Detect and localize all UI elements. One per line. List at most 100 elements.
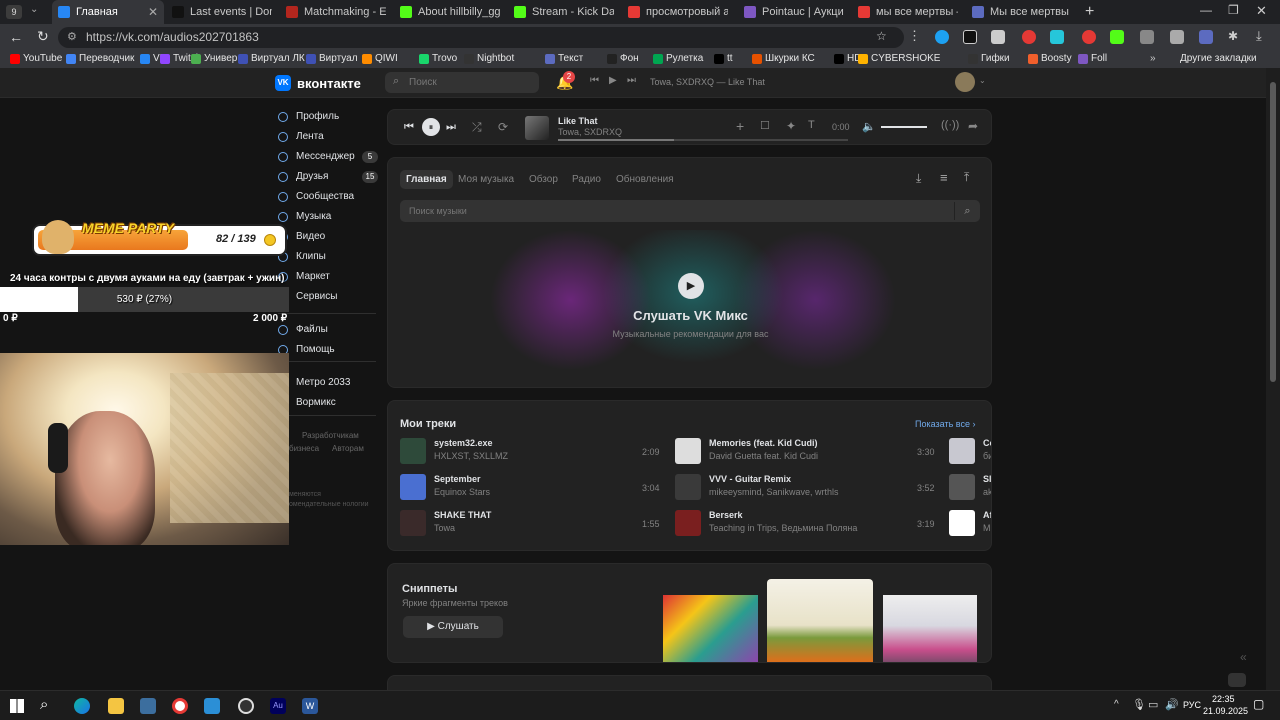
snippet-cover[interactable] — [767, 579, 873, 662]
track-title[interactable]: SHAKE THAT — [434, 510, 491, 520]
keyboard-language[interactable]: РУС — [1183, 700, 1201, 710]
tab-search-chevron-icon[interactable]: ⌄ — [30, 4, 38, 15]
bookmark-item[interactable]: CYBERSHOKE — [858, 53, 940, 64]
avatar-chevron-down-icon[interactable]: ⌄ — [979, 76, 986, 85]
bookmark-item[interactable]: Фон — [607, 53, 639, 64]
browser-tab[interactable]: Pointauc | Аукцион д — [738, 0, 850, 24]
footer-link-developers[interactable]: Разработчикам — [302, 431, 359, 440]
track-cover[interactable] — [675, 474, 701, 500]
nav-item[interactable]: Мессенджер — [278, 151, 355, 162]
network-icon[interactable]: ▭ — [1148, 698, 1158, 711]
track-title[interactable]: Berserk — [709, 510, 857, 520]
audition-icon[interactable]: Au — [270, 698, 286, 714]
tab-radio[interactable]: Радио — [572, 174, 601, 185]
music-search-icon[interactable]: ⌕ — [954, 202, 980, 220]
track-title[interactable]: Aft — [983, 510, 991, 520]
track-artist[interactable]: ak — [983, 487, 991, 497]
footer-link-authors[interactable]: Авторам — [332, 444, 364, 453]
clock-date[interactable]: 21.09.2025 — [1203, 706, 1248, 716]
share-icon[interactable]: ➦ — [968, 119, 978, 133]
nav-item[interactable]: Маркет — [278, 271, 330, 282]
extension-icon-4[interactable] — [1022, 30, 1036, 44]
extension-icon-5[interactable] — [1050, 30, 1064, 44]
track-artist[interactable]: mikeeysmind, Sanikwave, wrthls — [709, 487, 839, 497]
bookmark-item[interactable]: Переводчик — [66, 53, 134, 64]
bookmark-item[interactable]: YouTube — [10, 53, 62, 64]
bookmark-item[interactable]: Рулетка — [653, 53, 703, 64]
nav-item[interactable]: Сообщества — [278, 191, 354, 202]
browser-tab[interactable]: Matchmaking - Europ — [280, 0, 392, 24]
track-title[interactable]: September — [434, 474, 490, 484]
header-prev-icon[interactable]: ⏮ — [590, 75, 599, 86]
track-row[interactable]: Memories (feat. Kid Cudi) David Guetta fe… — [675, 438, 818, 464]
track-artist[interactable]: Mr — [983, 523, 991, 533]
browser-tab[interactable]: Мы все мертвы (сер — [966, 0, 1078, 24]
music-search-input[interactable]: Поиск музыки ⌕ — [400, 200, 980, 222]
repeat-icon[interactable]: ⟳ — [498, 120, 508, 134]
minimize-window-button[interactable]: — — [1200, 3, 1212, 17]
track-cover[interactable] — [949, 510, 975, 536]
tab-updates[interactable]: Обновления — [616, 174, 674, 185]
obs-icon[interactable] — [238, 698, 254, 714]
dislike-icon[interactable]: ☐ — [760, 119, 770, 132]
add-track-icon[interactable]: + — [736, 118, 744, 134]
bookmark-item[interactable]: Гифки — [968, 53, 1010, 64]
clock-time[interactable]: 22:35 — [1212, 694, 1235, 704]
track-title[interactable]: VVV - Guitar Remix — [709, 474, 839, 484]
header-now-playing[interactable]: Towa, SXDRXQ — Like That — [650, 77, 765, 87]
track-title[interactable]: Memories (feat. Kid Cudi) — [709, 438, 818, 448]
next-track-icon[interactable]: ⏭ — [446, 121, 456, 134]
track-cover[interactable] — [400, 438, 426, 464]
scrollbar-thumb[interactable] — [1270, 82, 1276, 382]
reload-icon[interactable]: ↻ — [37, 28, 49, 45]
track-row[interactable]: Berserk Teaching in Trips, Ведьмина Полян… — [675, 510, 857, 536]
close-tab-icon[interactable]: ✕ — [142, 5, 158, 19]
track-title[interactable]: system32.exe — [434, 438, 508, 448]
photos-icon[interactable] — [204, 698, 220, 714]
browser-tab[interactable]: Главная ✕ — [52, 0, 164, 24]
track-cover[interactable] — [675, 438, 701, 464]
footer-link-business[interactable]: бизнеса — [289, 444, 319, 453]
maximize-window-button[interactable]: ❐ — [1228, 3, 1239, 17]
track-cover[interactable] — [675, 510, 701, 536]
sparkle-icon[interactable]: ✦ — [786, 119, 796, 133]
add-playlist-icon[interactable]: ≡ — [940, 170, 948, 185]
track-artist[interactable]: би — [983, 451, 991, 461]
track-cover[interactable] — [949, 474, 975, 500]
extension-icon-6[interactable] — [1082, 30, 1096, 44]
bookmark-item[interactable]: Шкурки КС — [752, 53, 815, 64]
extension-icon-9[interactable] — [1170, 30, 1184, 44]
nav-item[interactable]: Лента — [278, 131, 324, 142]
edge-icon[interactable] — [74, 698, 90, 714]
vk-logo[interactable]: VK вконтакте — [275, 75, 361, 91]
user-avatar[interactable] — [955, 72, 975, 92]
tab-counter[interactable]: 9 — [6, 5, 22, 19]
bookmark-item[interactable]: Trovo — [419, 53, 457, 64]
header-next-icon[interactable]: ⏭ — [627, 75, 636, 86]
tab-my-music[interactable]: Моя музыка — [458, 174, 514, 185]
track-cover[interactable] — [400, 510, 426, 536]
nav-item[interactable]: Файлы — [278, 324, 328, 335]
snippets-listen-button[interactable]: ▶ Слушать — [403, 616, 503, 638]
track-artist[interactable]: HXLXST, SXLLMZ — [434, 451, 508, 461]
bookmark-item[interactable]: Виртуал ЛК — [238, 53, 305, 64]
track-row[interactable]: September Equinox Stars — [400, 474, 490, 500]
yandex-browser-icon[interactable] — [172, 698, 188, 714]
bookmark-star-icon[interactable]: ☆ — [876, 29, 887, 43]
bookmark-item[interactable]: Nightbot — [464, 53, 514, 64]
player-track-artist[interactable]: Towa, SXDRXQ — [558, 127, 622, 137]
track-row[interactable]: SHAKE THAT Towa — [400, 510, 491, 536]
close-window-button[interactable]: ✕ — [1256, 3, 1267, 19]
track-artist[interactable]: Equinox Stars — [434, 487, 490, 497]
play-pause-button[interactable]: ⏸ — [422, 118, 440, 136]
back-arrow-icon[interactable]: ← — [9, 29, 23, 45]
prev-track-icon[interactable]: ⏮ — [404, 121, 414, 134]
tab-main[interactable]: Главная — [400, 170, 453, 189]
calculator-icon[interactable] — [140, 698, 156, 714]
vk-mix-banner[interactable] — [448, 230, 938, 370]
collapse-chevrons-icon[interactable]: « — [1240, 650, 1247, 664]
nav-item[interactable]: Музыка — [278, 211, 331, 222]
snippet-cover[interactable] — [883, 595, 977, 662]
upload-icon[interactable]: ⤒ — [964, 170, 969, 185]
vk-search-input[interactable]: ⌕ Поиск — [385, 72, 539, 93]
